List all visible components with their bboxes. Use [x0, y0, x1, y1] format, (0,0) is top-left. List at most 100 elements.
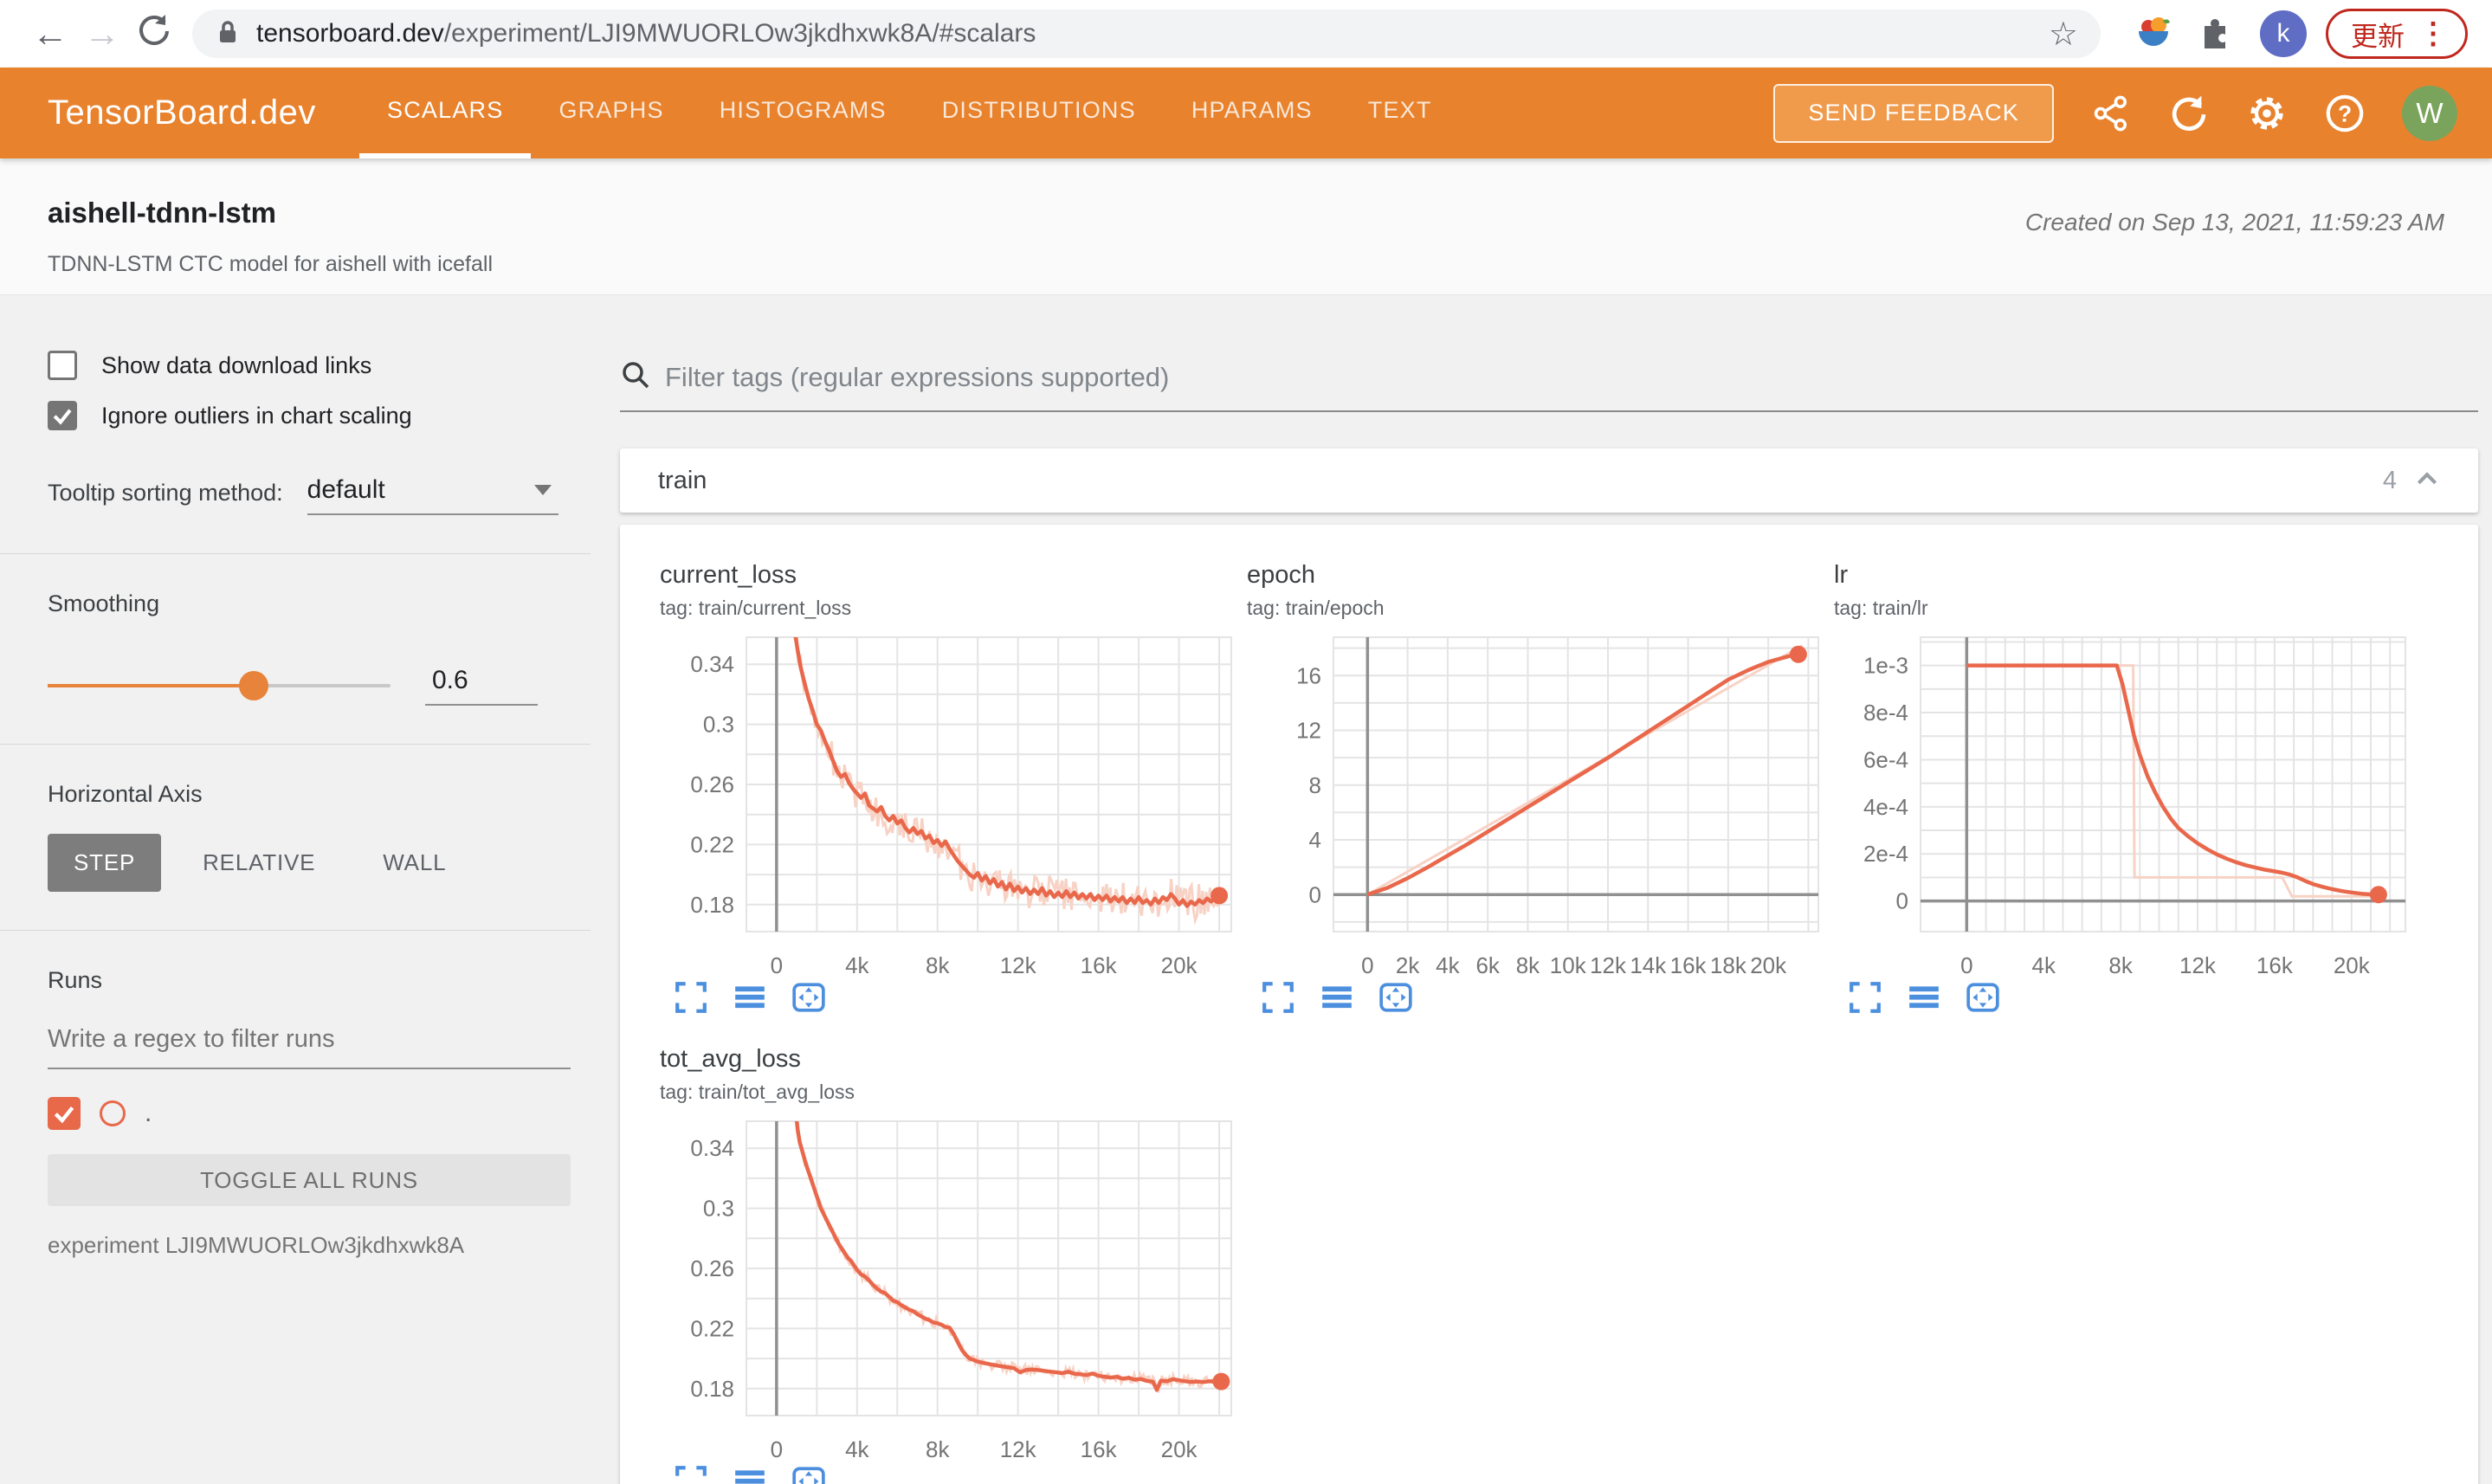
chart-data-table-icon[interactable] — [1320, 980, 1354, 1019]
app-header: TensorBoard.dev SCALARS GRAPHS HISTOGRAM… — [0, 68, 2492, 158]
svg-text:16k: 16k — [1670, 952, 1708, 978]
chart-title: epoch — [1247, 561, 1316, 589]
tooltip-sorting-select[interactable]: default — [307, 475, 558, 515]
axis-step-button[interactable]: STEP — [48, 834, 162, 892]
chart-tag: tag: train/epoch — [1247, 597, 1385, 619]
svg-text:4k: 4k — [2031, 952, 2056, 978]
chart-title: lr — [1834, 561, 1849, 589]
axis-wall-button[interactable]: WALL — [357, 834, 472, 892]
chart-data-table-icon[interactable] — [733, 980, 767, 1019]
svg-text:12k: 12k — [1590, 952, 1627, 978]
chrome-update-button[interactable]: 更新 ⋮ — [2326, 9, 2468, 59]
svg-text:0: 0 — [1361, 952, 1373, 978]
svg-text:0.26: 0.26 — [690, 1255, 734, 1281]
svg-text:0.22: 0.22 — [690, 831, 734, 857]
chart-data-table-icon[interactable] — [1907, 980, 1941, 1019]
scalar-chart-plot[interactable]: 0 2e-4 4e-4 6e-4 8e-4 1e-3 0 4k 8k 12k 16k 20k — [1834, 629, 2416, 978]
svg-text:16: 16 — [1296, 662, 1321, 688]
address-bar[interactable]: tensorboard.dev/experiment/LJI9MWUORLOw3… — [192, 10, 2101, 58]
tag-group-header[interactable]: train 4 — [620, 448, 2478, 513]
tooltip-sorting-label: Tooltip sorting method: — [48, 480, 283, 506]
search-icon — [620, 359, 651, 395]
smoothing-value-input[interactable]: 0.6 — [425, 666, 538, 706]
runs-experiment-label: experiment LJI9MWUORLOw3jkdhxwk8A — [48, 1232, 465, 1258]
help-icon[interactable]: ? — [2324, 93, 2366, 134]
ignore-outliers-checkbox[interactable] — [48, 401, 77, 430]
smoothing-slider-thumb[interactable] — [238, 671, 268, 700]
svg-text:18k: 18k — [1710, 952, 1747, 978]
tab-scalars[interactable]: SCALARS — [359, 68, 532, 158]
scalar-chart-plot[interactable]: 0.18 0.22 0.26 0.3 0.34 0 4k 8k 12k 16k 20k — [660, 1113, 1242, 1462]
smoothing-label: Smoothing — [48, 590, 160, 616]
bookmark-star-icon[interactable]: ☆ — [2049, 15, 2078, 54]
svg-text:8k: 8k — [2108, 952, 2133, 978]
experiment-created-date: Created on Sep 13, 2021, 11:59:23 AM — [2024, 209, 2444, 236]
tag-group-count: 4 — [2382, 466, 2397, 494]
svg-text:1e-3: 1e-3 — [1863, 653, 1908, 679]
smoothing-slider[interactable] — [48, 671, 391, 700]
send-feedback-button[interactable]: SEND FEEDBACK — [1773, 83, 2054, 143]
svg-text:2k: 2k — [1396, 952, 1420, 978]
svg-text:4k: 4k — [1436, 952, 1460, 978]
svg-text:16k: 16k — [2256, 952, 2294, 978]
svg-text:10k: 10k — [1550, 952, 1587, 978]
run-color-swatch[interactable] — [100, 1100, 126, 1126]
toggle-all-runs-button[interactable]: TOGGLE ALL RUNS — [48, 1154, 571, 1206]
svg-text:0.18: 0.18 — [690, 1376, 734, 1402]
chart-fit-domain-icon[interactable] — [791, 1464, 826, 1484]
browser-profile-avatar[interactable]: k — [2260, 10, 2307, 57]
extensions-puzzle-icon[interactable] — [2198, 14, 2234, 55]
ignore-outliers-row[interactable]: Ignore outliers in chart scaling — [48, 401, 571, 430]
settings-sidebar: Show data download links Ignore outliers… — [0, 295, 606, 1484]
axis-relative-button[interactable]: RELATIVE — [177, 834, 341, 892]
chart-fit-domain-icon[interactable] — [791, 980, 826, 1019]
share-icon[interactable] — [2090, 93, 2132, 134]
chart-card-epoch: epoch tag: train/epoch 0 4 8 12 16 0 2k 4k 6k 8k 10k… — [1247, 561, 1834, 1019]
svg-text:2e-4: 2e-4 — [1863, 841, 1908, 867]
settings-gear-icon[interactable] — [2246, 93, 2288, 134]
svg-text:?: ? — [2338, 100, 2352, 126]
browser-forward-icon[interactable]: → — [76, 13, 128, 55]
show-download-links-row[interactable]: Show data download links — [48, 351, 571, 380]
show-download-links-checkbox[interactable] — [48, 351, 77, 380]
svg-text:0.22: 0.22 — [690, 1315, 734, 1341]
app-logo[interactable]: TensorBoard.dev — [48, 94, 359, 132]
tab-histograms[interactable]: HISTOGRAMS — [692, 68, 914, 158]
browser-menu-icon[interactable]: ⋮ — [2418, 16, 2448, 51]
collapse-chevron-icon[interactable] — [2414, 468, 2440, 494]
experiment-header: aishell-tdnn-lstm TDNN-LSTM CTC model fo… — [0, 158, 2492, 295]
url-text: tensorboard.dev/experiment/LJI9MWUORLOw3… — [256, 19, 1036, 48]
svg-text:0: 0 — [1960, 952, 1972, 978]
scalar-chart-plot[interactable]: 0 4 8 12 16 0 2k 4k 6k 8k 10k 12k 14k 16k 18k 20k — [1247, 629, 1829, 978]
tag-filter-input[interactable]: Filter tags (regular expressions support… — [620, 359, 2478, 412]
tab-distributions[interactable]: DISTRIBUTIONS — [914, 68, 1164, 158]
experiment-name: aishell-tdnn-lstm — [48, 197, 277, 229]
svg-text:0.18: 0.18 — [690, 892, 734, 918]
svg-text:16k: 16k — [1081, 1436, 1118, 1462]
browser-back-icon[interactable]: ← — [24, 13, 76, 55]
svg-text:6k: 6k — [1475, 952, 1500, 978]
svg-text:4k: 4k — [845, 1436, 869, 1462]
chart-expand-icon[interactable] — [674, 1464, 708, 1484]
chart-expand-icon[interactable] — [1261, 980, 1295, 1019]
reload-data-icon[interactable] — [2168, 93, 2210, 134]
run-name: . — [145, 1099, 152, 1127]
tab-text[interactable]: TEXT — [1340, 68, 1460, 158]
browser-refresh-icon[interactable] — [128, 11, 180, 56]
extension-fruit-icon[interactable] — [2134, 12, 2173, 56]
chart-data-table-icon[interactable] — [733, 1464, 767, 1484]
chart-fit-domain-icon[interactable] — [1966, 980, 2000, 1019]
tag-group-name: train — [658, 466, 707, 494]
chart-expand-icon[interactable] — [674, 980, 708, 1019]
svg-text:12k: 12k — [1000, 952, 1037, 978]
runs-filter-input[interactable]: Write a regex to filter runs — [48, 1025, 571, 1069]
scalar-chart-plot[interactable]: 0.18 0.22 0.26 0.3 0.34 0 4k 8k 12k 16k 20k — [660, 629, 1242, 978]
chart-expand-icon[interactable] — [1848, 980, 1882, 1019]
tab-graphs[interactable]: GRAPHS — [531, 68, 691, 158]
chart-fit-domain-icon[interactable] — [1378, 980, 1413, 1019]
account-avatar[interactable]: W — [2402, 85, 2457, 141]
run-checkbox[interactable] — [48, 1097, 81, 1130]
chart-card-lr: lr tag: train/lr 0 2e-4 4e-4 6e-4 8e-4 1e-3 0 4k 8… — [1834, 561, 2421, 1019]
experiment-description: TDNN-LSTM CTC model for aishell with ice… — [48, 252, 494, 276]
tab-hparams[interactable]: HPARAMS — [1164, 68, 1340, 158]
